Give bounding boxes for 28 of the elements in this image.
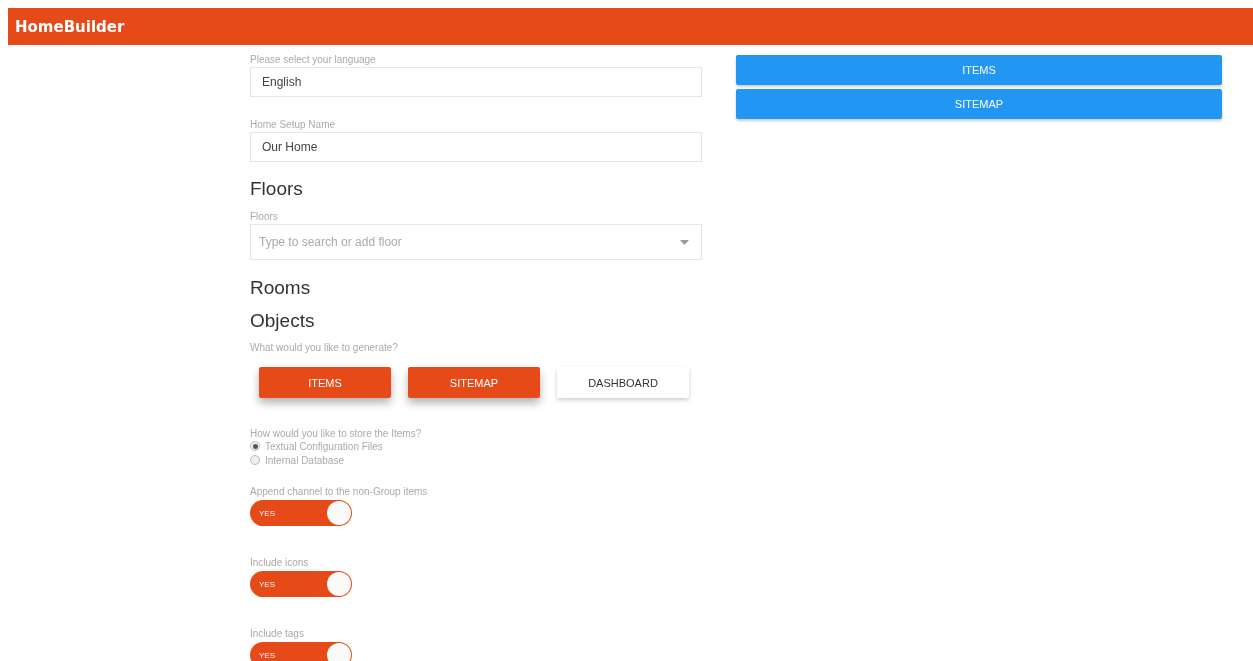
generate-option-button[interactable]: SITEMAP	[408, 367, 540, 398]
toggle-switch[interactable]: YES	[250, 500, 352, 526]
question-text: How would you like to store the Items?	[250, 428, 422, 439]
field-label: Please select your language	[250, 54, 376, 67]
toggle-switch[interactable]: YES	[250, 642, 352, 661]
caret-icon	[680, 240, 689, 245]
radio-button[interactable]	[250, 441, 260, 451]
toggle-label: Append channel to the non-Group items	[250, 486, 428, 497]
radio-label: Internal Database	[265, 454, 344, 466]
radio-label: Textual Configuration Files	[265, 440, 383, 452]
generate-option-button[interactable]: ITEMS	[259, 367, 391, 398]
setup-name-field[interactable]: Our Home	[250, 132, 702, 162]
question-text: What would you like to generate?	[250, 342, 398, 353]
toggle-switch[interactable]: YES	[250, 571, 352, 597]
generate-option-button[interactable]: DASHBOARD	[557, 367, 689, 398]
floors-select[interactable]: Type to search or add floor	[250, 224, 702, 260]
radio-button[interactable]	[250, 455, 260, 465]
toggle-label: Include tags	[250, 628, 305, 639]
field-label: Home Setup Name	[250, 119, 336, 132]
output-button[interactable]: SITEMAP	[736, 89, 1222, 119]
app-title: HomeBuilder	[15, 17, 125, 36]
section-heading: Floors	[250, 178, 303, 201]
section-heading: Objects	[250, 310, 315, 333]
output-button[interactable]: ITEMS	[736, 55, 1222, 85]
section-heading: Rooms	[250, 277, 311, 300]
language-field[interactable]: English	[250, 67, 702, 97]
toggle-label: Include icons	[250, 557, 310, 568]
field-label: Floors	[250, 211, 278, 224]
